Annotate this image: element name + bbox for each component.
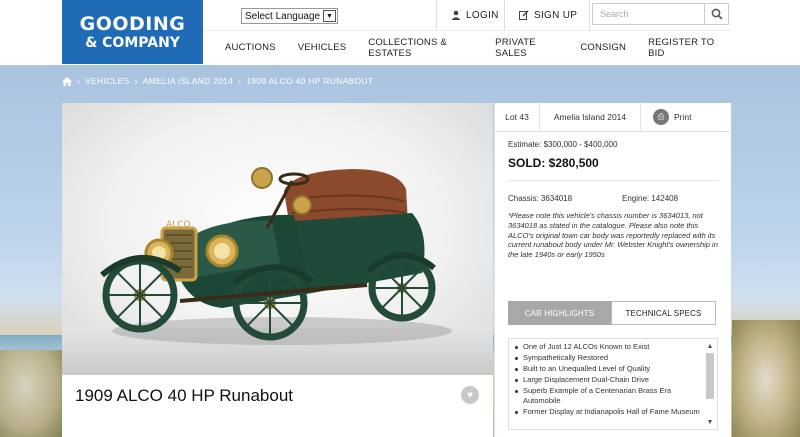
main-nav: AUCTIONS VEHICLES COLLECTIONS & ESTATES … (203, 30, 730, 64)
vehicle-title-bar: 1909 ALCO 40 HP Runabout ♥ (62, 375, 493, 437)
list-item: Former Display at Indianapolis Hall of F… (513, 407, 701, 418)
vehicle-info-panel: Lot 43 Amelia Island 2014 ⎙ Print Estima… (494, 103, 732, 437)
print-label: Print (674, 112, 692, 122)
logo-line2: & COMPANY (85, 34, 180, 51)
nav-register-to-bid[interactable]: REGISTER TO BID (648, 37, 720, 59)
tab-technical-specs[interactable]: TECHNICAL SPECS (611, 301, 716, 325)
breadcrumb-auction[interactable]: AMELIA ISLAND 2014 (143, 76, 233, 86)
heart-icon: ♥ (467, 389, 473, 401)
user-icon (451, 10, 461, 20)
login-link[interactable]: LOGIN (436, 0, 504, 30)
nav-vehicles[interactable]: VEHICLES (298, 42, 347, 53)
favorite-button[interactable]: ♥ (461, 386, 479, 404)
engine-number: Engine: 142408 (622, 194, 679, 203)
chassis-number: Chassis: 3634018 (508, 194, 573, 203)
nav-consign[interactable]: CONSIGN (580, 42, 626, 53)
lot-number: Lot 43 (495, 103, 540, 131)
nav-auctions[interactable]: AUCTIONS (225, 42, 276, 53)
dune-left (0, 350, 64, 437)
divider (508, 180, 719, 181)
lot-info-row: Lot 43 Amelia Island 2014 ⎙ Print (495, 103, 732, 132)
vehicle-photo[interactable]: ALCO (62, 103, 493, 375)
svg-text:ALCO: ALCO (166, 220, 191, 230)
scroll-down-icon[interactable]: ▼ (705, 417, 715, 427)
scroll-up-icon[interactable]: ▲ (705, 341, 715, 351)
print-icon: ⎙ (653, 109, 669, 125)
sold-price: SOLD: $280,500 (508, 156, 599, 170)
signup-label: SIGN UP (534, 9, 578, 21)
breadcrumb: › VEHICLES › AMELIA ISLAND 2014 › 1909 A… (62, 76, 373, 86)
scroll-thumb[interactable] (706, 353, 714, 399)
signup-link[interactable]: SIGN UP (504, 0, 590, 30)
breadcrumb-separator: › (134, 76, 138, 86)
vehicle-note: *Please note this vehicle's chassis numb… (508, 211, 718, 259)
breadcrumb-vehicles[interactable]: VEHICLES (85, 76, 129, 86)
language-select[interactable]: Select Language ▼ (241, 8, 338, 24)
scrollbar[interactable]: ▲ ▼ (705, 341, 715, 427)
breadcrumb-current: 1909 ALCO 40 HP RUNABOUT (246, 76, 374, 86)
vehicle-title: 1909 ALCO 40 HP Runabout (75, 386, 294, 405)
estimate: Estimate: $300,000 - $400,000 (508, 140, 618, 149)
list-item: Superb Example of a Centenarian Brass Er… (513, 386, 701, 408)
tab-car-highlights[interactable]: CAR HIGHLIGHTS (508, 301, 611, 325)
detail-tabs: CAR HIGHLIGHTS TECHNICAL SPECS (508, 301, 716, 325)
logo-line1: GOODING (79, 12, 186, 35)
login-label: LOGIN (466, 9, 499, 21)
nav-collections[interactable]: COLLECTIONS & ESTATES (368, 37, 473, 59)
search-input[interactable]: Search (593, 4, 704, 24)
highlights-list: One of Just 12 ALCOs Known to Exist Symp… (513, 342, 701, 418)
highlights-list-box[interactable]: One of Just 12 ALCOs Known to Exist Symp… (508, 338, 718, 430)
search-icon (711, 8, 723, 20)
list-item: Large Displacement Dual-Chain Drive (513, 375, 701, 386)
dune-right (732, 320, 800, 437)
logo[interactable]: GOODING & COMPANY (62, 0, 203, 64)
auction-name[interactable]: Amelia Island 2014 (540, 103, 641, 131)
edit-icon (519, 10, 529, 20)
print-button[interactable]: ⎙ Print (641, 103, 732, 131)
breadcrumb-separator: › (238, 76, 242, 86)
list-item: One of Just 12 ALCOs Known to Exist (513, 342, 701, 353)
search-button[interactable] (704, 4, 728, 24)
list-item: Sympathetically Restored (513, 353, 701, 364)
breadcrumb-separator: › (77, 76, 81, 86)
chevron-down-icon: ▼ (323, 10, 336, 22)
search-box[interactable]: Search (592, 3, 729, 25)
car-illustration: ALCO (100, 167, 452, 345)
language-select-label: Select Language (245, 10, 321, 22)
nav-private-sales[interactable]: PRIVATE SALES (495, 37, 558, 59)
list-item: Built to an Unequalled Level of Quality (513, 364, 701, 375)
home-icon[interactable] (62, 76, 72, 86)
